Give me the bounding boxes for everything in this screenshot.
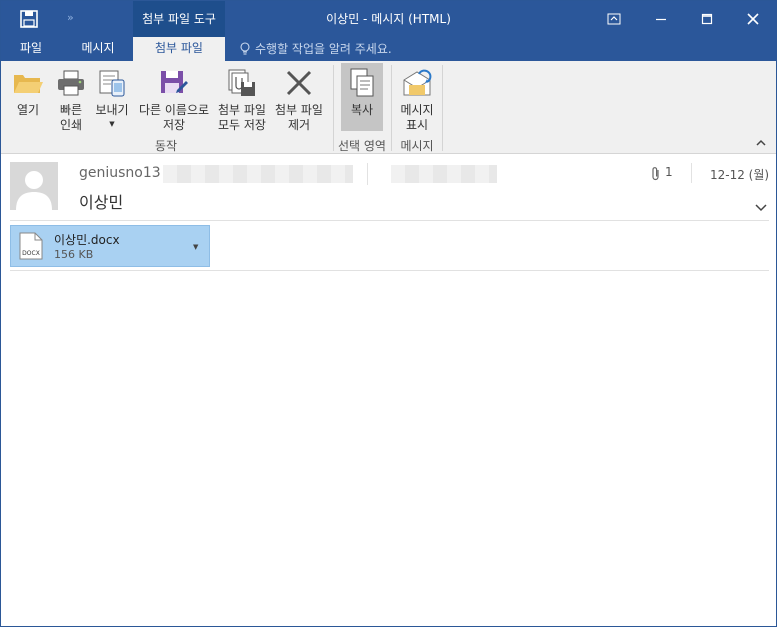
group-label-selection: 선택 영역 — [338, 139, 386, 153]
group-separator — [442, 65, 443, 151]
attachment-count: 1 — [665, 165, 673, 179]
tab-attachment[interactable]: 첨부 파일 — [133, 37, 225, 61]
folder-open-icon — [12, 67, 44, 99]
minimize-icon — [656, 18, 666, 21]
title-bar: » 첨부 파일 도구 이상민 - 메시지 (HTML) — [1, 1, 776, 37]
lightbulb-icon — [240, 42, 250, 55]
remove-x-icon — [283, 67, 315, 99]
save-as-icon — [158, 67, 190, 99]
sender-address[interactable]: geniusno13 — [79, 165, 161, 181]
save-all-attachments-button[interactable]: 첨부 파일 모두 저장 — [214, 63, 270, 135]
printer-icon — [55, 67, 87, 99]
save-as-label: 다른 이름으로 저장 — [138, 103, 210, 132]
expand-header-button[interactable] — [753, 199, 769, 215]
copy-button[interactable]: 복사 — [341, 63, 383, 131]
attachment-dropdown-button[interactable]: ▼ — [193, 242, 203, 252]
tell-me-search[interactable]: 수행할 작업을 알려 주세요. — [239, 37, 392, 61]
send-to-label: 보내기 — [95, 103, 129, 117]
avatar — [10, 162, 58, 210]
show-message-label: 메시지 표시 — [400, 103, 434, 132]
remove-attachment-label: 첨부 파일 제거 — [275, 103, 323, 132]
minimize-button[interactable] — [638, 1, 684, 37]
save-icon[interactable] — [19, 9, 39, 29]
window-title: 이상민 - 메시지 (HTML) — [326, 12, 451, 26]
redacted-recipient — [391, 165, 497, 183]
copy-icon — [346, 67, 378, 99]
paperclip-icon — [649, 166, 663, 182]
close-icon — [747, 13, 759, 25]
close-button[interactable] — [730, 1, 776, 37]
ribbon-tab-row: 파일 메시지 첨부 파일 수행할 작업을 알려 주세요. — [1, 37, 776, 61]
ribbon: 열기 빠른 인쇄 보내기 ▼ 다른 이름으로 저장 첨부 파일 모두 저장 첨부… — [1, 61, 776, 154]
message-header: geniusno13 이상민 1 12-12 (월) — [1, 155, 776, 221]
collapse-ribbon-button[interactable] — [753, 135, 769, 151]
chevron-down-icon — [755, 204, 767, 212]
tab-message[interactable]: 메시지 — [63, 37, 133, 61]
chevron-down-icon: ▼ — [109, 120, 115, 128]
copy-label: 복사 — [350, 103, 374, 117]
quick-print-button[interactable]: 빠른 인쇄 — [51, 63, 91, 135]
header-separator — [691, 163, 692, 183]
divider — [10, 220, 769, 221]
tell-me-label: 수행할 작업을 알려 주세요. — [255, 42, 392, 56]
docx-file-icon: DOCX — [19, 232, 43, 260]
save-all-attachments-icon — [226, 67, 258, 99]
received-date: 12-12 (월) — [710, 168, 770, 182]
attachment-item[interactable]: DOCX 이상민.docx 156 KB ▼ — [10, 225, 210, 267]
docx-icon-label: DOCX — [22, 250, 40, 257]
show-message-button[interactable]: 메시지 표시 — [395, 63, 439, 135]
attachment-size: 156 KB — [54, 248, 94, 261]
maximize-icon — [701, 13, 713, 25]
open-button[interactable]: 열기 — [7, 63, 49, 135]
ribbon-display-icon — [607, 13, 621, 25]
open-label: 열기 — [16, 103, 40, 117]
context-tab-group-title: 첨부 파일 도구 — [133, 1, 225, 37]
chevron-up-icon — [756, 139, 766, 146]
group-label-message: 메시지 — [400, 139, 434, 153]
message-body[interactable] — [1, 272, 776, 626]
send-devices-icon — [96, 67, 128, 99]
redacted-recipient — [163, 165, 353, 183]
show-message-icon — [401, 67, 433, 99]
group-label-actions: 동작 — [154, 139, 178, 153]
maximize-button[interactable] — [684, 1, 730, 37]
save-as-button[interactable]: 다른 이름으로 저장 — [135, 63, 213, 135]
save-all-attachments-label: 첨부 파일 모두 저장 — [218, 103, 266, 132]
tab-file[interactable]: 파일 — [1, 37, 61, 61]
remove-attachment-button[interactable]: 첨부 파일 제거 — [271, 63, 327, 135]
ribbon-display-options-button[interactable] — [591, 1, 637, 37]
divider — [10, 270, 769, 271]
quick-access-more-icon[interactable]: » — [67, 11, 81, 25]
send-to-button[interactable]: 보내기 ▼ — [91, 63, 133, 135]
outlook-message-window: » 첨부 파일 도구 이상민 - 메시지 (HTML) 파일 메시지 첨부 파일… — [0, 0, 777, 627]
attachment-name: 이상민.docx — [54, 233, 120, 247]
quick-print-label: 빠른 인쇄 — [59, 103, 83, 132]
header-separator — [367, 163, 368, 185]
message-subject: 이상민 — [79, 193, 124, 212]
person-icon — [16, 171, 52, 210]
